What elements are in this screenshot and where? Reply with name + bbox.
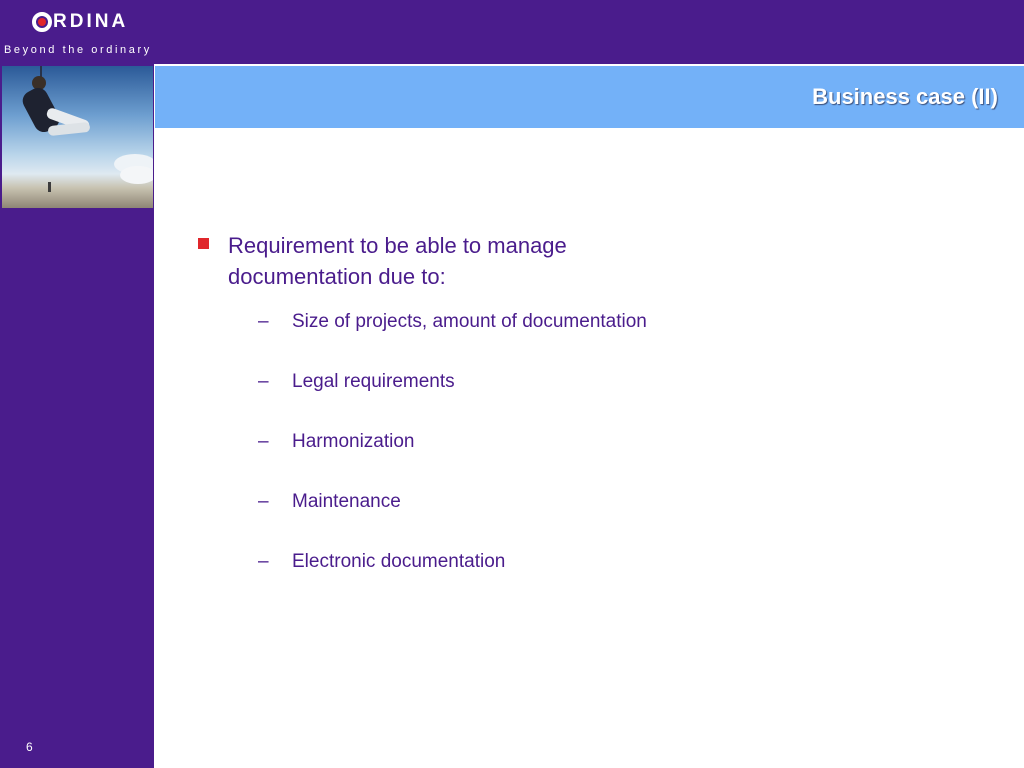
list-item-text: Maintenance	[292, 491, 401, 512]
list-item: – Electronic documentation	[196, 550, 956, 610]
square-bullet-icon	[198, 238, 209, 249]
list-item: – Maintenance	[196, 490, 956, 550]
main-bullet-text: Requirement to be able to manage documen…	[228, 233, 567, 289]
slide-title: Business case (II)	[812, 84, 998, 109]
jumping-man-photo	[2, 66, 153, 208]
list-item-text: Electronic documentation	[292, 551, 506, 572]
ordina-logo: RDINA	[32, 8, 128, 36]
dash-bullet-icon: –	[258, 491, 269, 512]
main-bullet: Requirement to be able to manage documen…	[196, 230, 956, 292]
dash-bullet-icon: –	[258, 551, 269, 572]
list-item: – Size of projects, amount of documentat…	[196, 310, 956, 370]
list-item: – Legal requirements	[196, 370, 956, 430]
list-item-text: Harmonization	[292, 431, 415, 452]
dash-bullet-icon: –	[258, 311, 269, 332]
header-band	[0, 0, 1024, 64]
logo-text: RDINA	[53, 11, 129, 32]
page-number: 6	[26, 740, 33, 754]
logo-o-icon	[32, 12, 52, 32]
list-item-text: Legal requirements	[292, 371, 455, 392]
sub-bullet-list: – Size of projects, amount of documentat…	[196, 310, 956, 610]
slide-content: Requirement to be able to manage documen…	[196, 230, 956, 610]
tagline: Beyond the ordinary	[4, 44, 152, 56]
list-item-text: Size of projects, amount of documentatio…	[292, 311, 647, 332]
dash-bullet-icon: –	[258, 431, 269, 452]
dash-bullet-icon: –	[258, 371, 269, 392]
list-item: – Harmonization	[196, 430, 956, 490]
